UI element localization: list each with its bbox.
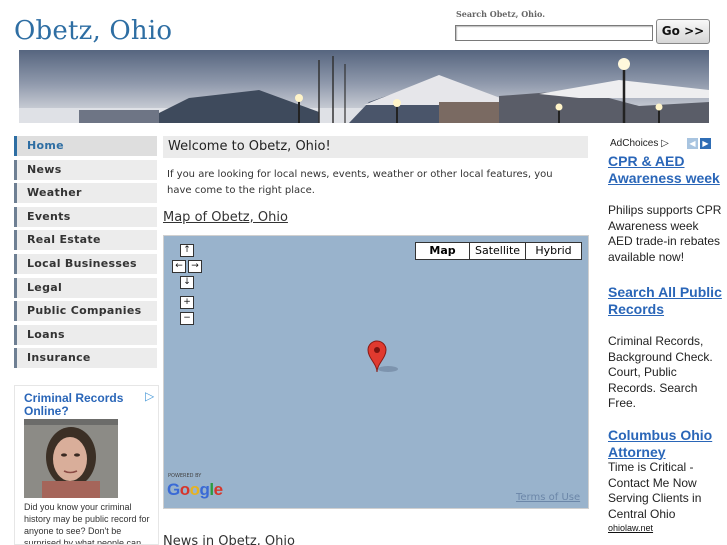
nav-item-home[interactable]: Home	[14, 136, 157, 156]
search-input[interactable]	[455, 25, 653, 41]
right-ad-body-3: Time is Critical - Contact Me Now Servin…	[608, 460, 702, 521]
right-ad-title-1[interactable]: CPR & AED Awareness week	[608, 153, 723, 186]
nav-item-real-estate[interactable]: Real Estate	[14, 230, 157, 251]
map-heading-link[interactable]: Map of Obetz, Ohio	[163, 210, 288, 225]
map-type-satellite[interactable]: Satellite	[469, 242, 526, 260]
google-logo[interactable]: Google	[167, 480, 223, 500]
pan-right-button[interactable]: →	[188, 260, 202, 273]
left-ad-title[interactable]: Criminal Records Online?	[24, 392, 139, 418]
adchoices-icon[interactable]: ▷	[661, 138, 669, 149]
ad-next-button[interactable]: ▶	[700, 138, 711, 149]
nav-item-weather[interactable]: Weather	[14, 183, 157, 204]
page-title: Welcome to Obetz, Ohio!	[163, 136, 588, 158]
pan-up-button[interactable]: ↑	[180, 244, 194, 257]
nav-item-events[interactable]: Events	[14, 206, 157, 227]
ad-choices-icon[interactable]: ▷	[145, 389, 154, 403]
header-banner-image	[19, 50, 709, 123]
adchoices-label[interactable]: AdChoices ▷	[610, 138, 669, 149]
site-title[interactable]: Obetz, Ohio	[14, 16, 172, 46]
left-ad-text: Did you know your criminal history may b…	[24, 502, 150, 545]
intro-text: If you are looking for local news, event…	[167, 169, 553, 196]
terms-of-use-link[interactable]: Terms of Use	[516, 492, 580, 503]
location-marker-icon[interactable]	[366, 340, 400, 374]
news-heading: News in Obetz, Ohio	[163, 534, 295, 545]
left-ad[interactable]: Criminal Records Online? ▷ Did you know …	[14, 385, 159, 545]
nav-item-news[interactable]: News	[14, 159, 157, 180]
sidebar-nav: Home News Weather Events Real Estate Loc…	[14, 136, 157, 372]
pan-left-button[interactable]: ←	[172, 260, 186, 273]
go-button[interactable]: Go >>	[656, 19, 710, 44]
nav-item-public-companies[interactable]: Public Companies	[14, 301, 157, 322]
search-label: Search Obetz, Ohio.	[456, 9, 546, 19]
left-ad-photo[interactable]	[24, 419, 118, 498]
right-ad-title-2[interactable]: Search All Public Records	[608, 284, 723, 317]
right-ad-body-2: Criminal Records, Background Check. Cour…	[608, 334, 713, 411]
map-type-hybrid[interactable]: Hybrid	[525, 242, 582, 260]
powered-by-label: POWERED BY	[168, 473, 202, 479]
right-ad-title-3[interactable]: Columbus Ohio Attorney	[608, 427, 723, 460]
right-ad-url-3[interactable]: ohiolaw.net	[608, 523, 653, 533]
adchoices-text[interactable]: AdChoices	[610, 138, 658, 149]
right-ad-body-1: Philips supports CPR Awareness week AED …	[608, 203, 722, 264]
map-type-map[interactable]: Map	[415, 242, 470, 260]
nav-item-legal[interactable]: Legal	[14, 277, 157, 298]
pan-down-button[interactable]: ↓	[180, 276, 194, 289]
nav-item-local-businesses[interactable]: Local Businesses	[14, 253, 157, 274]
nav-item-loans[interactable]: Loans	[14, 324, 157, 345]
map-widget[interactable]: ↑ ← → ↓ + − Map Satellite Hybrid POWERED…	[163, 235, 589, 509]
ad-prev-button[interactable]: ◀	[687, 138, 698, 149]
zoom-out-button[interactable]: −	[180, 312, 194, 325]
nav-item-insurance[interactable]: Insurance	[14, 348, 157, 369]
zoom-in-button[interactable]: +	[180, 296, 194, 309]
